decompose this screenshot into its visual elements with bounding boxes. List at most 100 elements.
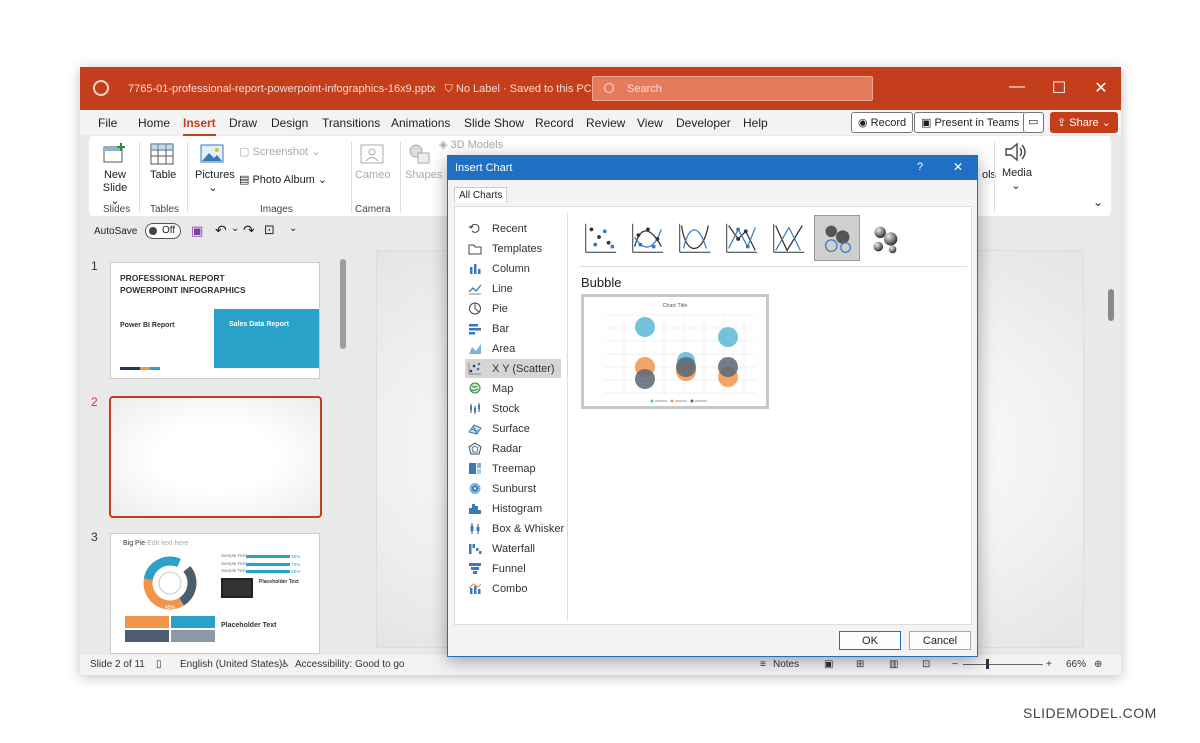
- scatter-subtype-icon[interactable]: [579, 217, 621, 259]
- present-in-teams-button[interactable]: ▣ Present in Teams: [914, 112, 1027, 133]
- 3d-bubble-subtype-icon[interactable]: [863, 217, 905, 259]
- category-bar[interactable]: Bar: [465, 319, 561, 338]
- tab-view[interactable]: View: [637, 116, 663, 130]
- zoom-level[interactable]: 66%: [1066, 659, 1086, 670]
- scatter-straight-markers-icon[interactable]: [720, 217, 762, 259]
- slide-pane-scrollbar[interactable]: [340, 259, 346, 349]
- category-line[interactable]: Line: [465, 279, 561, 298]
- slide-thumbnail-1[interactable]: PROFESSIONAL REPORT POWERPOINT INFOGRAPH…: [110, 262, 320, 379]
- category-sunburst[interactable]: Sunburst: [465, 479, 561, 498]
- spelling-icon[interactable]: ▯: [156, 659, 162, 670]
- monitor-icon: [221, 578, 253, 598]
- table-icon[interactable]: [149, 142, 175, 166]
- tab-developer[interactable]: Developer: [676, 116, 731, 130]
- tab-animations[interactable]: Animations: [391, 116, 450, 130]
- table-button[interactable]: Table: [150, 169, 176, 182]
- new-slide-icon[interactable]: [101, 142, 127, 166]
- category-stock[interactable]: Stock: [465, 399, 561, 418]
- photo-album-button[interactable]: ▤ Photo Album ⌄: [239, 174, 327, 187]
- category-combo[interactable]: Combo: [465, 579, 561, 598]
- edit-area-scrollbar[interactable]: [1108, 289, 1114, 321]
- tab-draw[interactable]: Draw: [229, 116, 257, 130]
- notes-button[interactable]: Notes: [773, 659, 799, 670]
- cancel-button[interactable]: Cancel: [909, 631, 971, 650]
- pictures-button[interactable]: Pictures ⌄: [195, 169, 235, 195]
- slide-thumbnail-2[interactable]: [109, 396, 322, 518]
- chart-preview[interactable]: Chart Title: [581, 294, 769, 409]
- category-histogram[interactable]: Histogram: [465, 499, 561, 518]
- normal-view-icon[interactable]: ▣: [824, 659, 833, 670]
- redo-icon[interactable]: ↷: [243, 222, 255, 239]
- zoom-slider-thumb[interactable]: [986, 659, 989, 669]
- slide-sorter-icon[interactable]: ⊞: [856, 659, 864, 670]
- tab-home[interactable]: Home: [138, 116, 170, 130]
- document-title[interactable]: 7765-01-professional-report-powerpoint-i…: [128, 82, 604, 96]
- chevron-down-icon[interactable]: ⌄: [231, 223, 239, 234]
- category-area[interactable]: Area: [465, 339, 561, 358]
- customize-toolbar-icon[interactable]: ⌄: [289, 223, 297, 234]
- tab-record[interactable]: Record: [535, 116, 574, 130]
- tab-file[interactable]: File: [98, 116, 117, 130]
- zoom-in-icon[interactable]: +: [1046, 659, 1052, 670]
- pictures-icon[interactable]: [199, 142, 225, 166]
- speaker-icon[interactable]: [1002, 140, 1028, 164]
- category-map[interactable]: Map: [465, 379, 561, 398]
- dialog-close-button[interactable]: ✕: [953, 160, 963, 174]
- bubble-subtype-icon[interactable]: [814, 215, 860, 261]
- minimize-icon[interactable]: —: [1007, 78, 1027, 96]
- save-icon[interactable]: ▣: [191, 223, 203, 239]
- language-status[interactable]: English (United States): [180, 659, 282, 670]
- search-box[interactable]: Search: [592, 76, 873, 101]
- category-funnel[interactable]: Funnel: [465, 559, 561, 578]
- maximize-icon[interactable]: ☐: [1049, 78, 1069, 98]
- slide-thumbnail-3[interactable]: Big Pie Edit text here 45% Sample Text S…: [110, 533, 320, 654]
- category-surface[interactable]: Surface: [465, 419, 561, 438]
- category-xy-scatter[interactable]: X Y (Scatter): [465, 359, 561, 378]
- scatter-straight-lines-icon[interactable]: [767, 217, 809, 259]
- category-recent[interactable]: Recent: [465, 219, 561, 238]
- zoom-slider[interactable]: [963, 664, 1043, 665]
- autosave-toggle[interactable]: Off: [145, 223, 181, 239]
- tab-transitions[interactable]: Transitions: [322, 116, 380, 130]
- screenshot-button[interactable]: ▢ Screenshot ⌄: [239, 146, 320, 159]
- new-slide-button[interactable]: New Slide ⌄: [99, 169, 131, 208]
- tab-all-charts[interactable]: All Charts: [454, 187, 508, 203]
- fit-to-window-icon[interactable]: ⊕: [1094, 659, 1102, 670]
- help-button[interactable]: ?: [917, 161, 923, 173]
- scatter-smooth-markers-icon[interactable]: [626, 217, 668, 259]
- undo-icon[interactable]: ↶: [215, 222, 227, 239]
- comments-button[interactable]: ▭: [1023, 112, 1044, 133]
- tab-design[interactable]: Design: [271, 116, 308, 130]
- reading-view-icon[interactable]: ▥: [889, 659, 898, 670]
- category-waterfall[interactable]: Waterfall: [465, 539, 561, 558]
- collapse-ribbon-icon[interactable]: ⌄: [1093, 196, 1103, 209]
- zoom-out-icon[interactable]: −: [952, 659, 958, 670]
- scatter-smooth-lines-icon[interactable]: [673, 217, 715, 259]
- tab-review[interactable]: Review: [586, 116, 625, 130]
- tab-insert[interactable]: Insert: [183, 116, 216, 136]
- shapes-icon[interactable]: [407, 142, 433, 166]
- category-treemap[interactable]: Treemap: [465, 459, 561, 478]
- shapes-button[interactable]: Shapes: [405, 169, 442, 182]
- slide-info[interactable]: Slide 2 of 11: [90, 659, 145, 670]
- category-radar[interactable]: Radar: [465, 439, 561, 458]
- accessibility-status[interactable]: Accessibility: Good to go: [295, 659, 405, 670]
- thumb1-subtitle: Power BI Report: [120, 322, 175, 329]
- category-column[interactable]: Column: [465, 259, 561, 278]
- tab-help[interactable]: Help: [743, 116, 768, 130]
- record-button[interactable]: ◉ Record: [851, 112, 914, 133]
- cameo-button[interactable]: Cameo: [355, 169, 390, 182]
- close-icon[interactable]: ✕: [1091, 78, 1111, 98]
- slideshow-view-icon[interactable]: ⊡: [922, 659, 930, 670]
- shield-icon: ⛉: [444, 83, 453, 95]
- 3d-models-button[interactable]: ◈ 3D Models: [439, 139, 503, 152]
- category-pie[interactable]: Pie: [465, 299, 561, 318]
- ok-button[interactable]: OK: [839, 631, 901, 650]
- cameo-icon[interactable]: [359, 142, 385, 166]
- share-button[interactable]: ⇪ Share ⌄: [1050, 112, 1118, 133]
- category-box-whisker[interactable]: Box & Whisker: [465, 519, 564, 538]
- tab-slide-show[interactable]: Slide Show: [464, 116, 524, 130]
- present-from-start-icon[interactable]: ⊡: [264, 222, 275, 238]
- media-button[interactable]: Media ⌄: [1002, 167, 1032, 193]
- category-templates[interactable]: Templates: [465, 239, 561, 258]
